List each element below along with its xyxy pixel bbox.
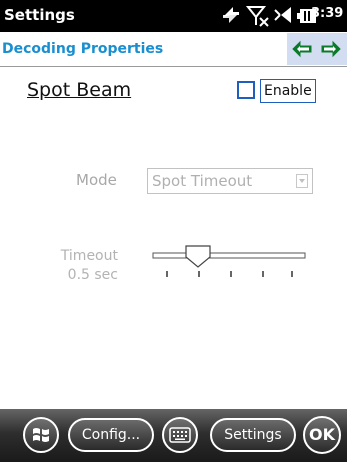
volume-icon bbox=[274, 7, 291, 23]
timeout-slider[interactable] bbox=[152, 245, 307, 285]
mode-selected-value: Spot Timeout bbox=[152, 172, 253, 190]
timeout-value: 0.5 sec bbox=[67, 267, 118, 283]
settings-button[interactable]: Settings bbox=[210, 418, 296, 452]
connectivity-icon bbox=[223, 7, 239, 23]
enable-label[interactable]: Enable bbox=[260, 79, 316, 103]
timeout-label: Timeout bbox=[60, 248, 118, 264]
bottom-bar: Config... Settings OK bbox=[0, 409, 347, 462]
config-button-label: Config... bbox=[81, 427, 141, 443]
keyboard-icon bbox=[169, 427, 191, 443]
back-arrow-icon[interactable] bbox=[291, 40, 313, 58]
ok-button-label: OK bbox=[309, 425, 335, 444]
no-signal-icon bbox=[246, 6, 269, 27]
status-title: Settings bbox=[4, 6, 75, 24]
spot-beam-heading: Spot Beam bbox=[27, 79, 132, 101]
windows-start-icon bbox=[33, 428, 49, 442]
navigation-arrows bbox=[287, 33, 347, 65]
ok-button[interactable]: OK bbox=[303, 416, 341, 454]
status-bar: Settings 3:39 bbox=[0, 0, 347, 32]
page-header: Decoding Properties bbox=[0, 32, 347, 67]
mode-label: Mode bbox=[76, 171, 117, 189]
settings-button-label: Settings bbox=[224, 427, 282, 443]
timeout-label-group: Timeout 0.5 sec bbox=[54, 247, 118, 285]
windows-start-button[interactable] bbox=[23, 417, 59, 453]
mode-dropdown[interactable]: Spot Timeout bbox=[147, 168, 313, 194]
page-title: Decoding Properties bbox=[2, 41, 164, 57]
status-time: 3:39 bbox=[311, 6, 344, 21]
chevron-down-icon[interactable] bbox=[296, 174, 308, 188]
main-content: Spot Beam Enable Mode Spot Timeout Timeo… bbox=[0, 67, 347, 409]
slider-ticks bbox=[166, 271, 293, 277]
enable-checkbox[interactable] bbox=[237, 81, 255, 99]
slider-thumb[interactable] bbox=[185, 245, 211, 268]
slider-track bbox=[152, 252, 306, 259]
keyboard-button[interactable] bbox=[162, 417, 198, 453]
config-button[interactable]: Config... bbox=[68, 418, 154, 452]
forward-arrow-icon[interactable] bbox=[320, 40, 342, 58]
